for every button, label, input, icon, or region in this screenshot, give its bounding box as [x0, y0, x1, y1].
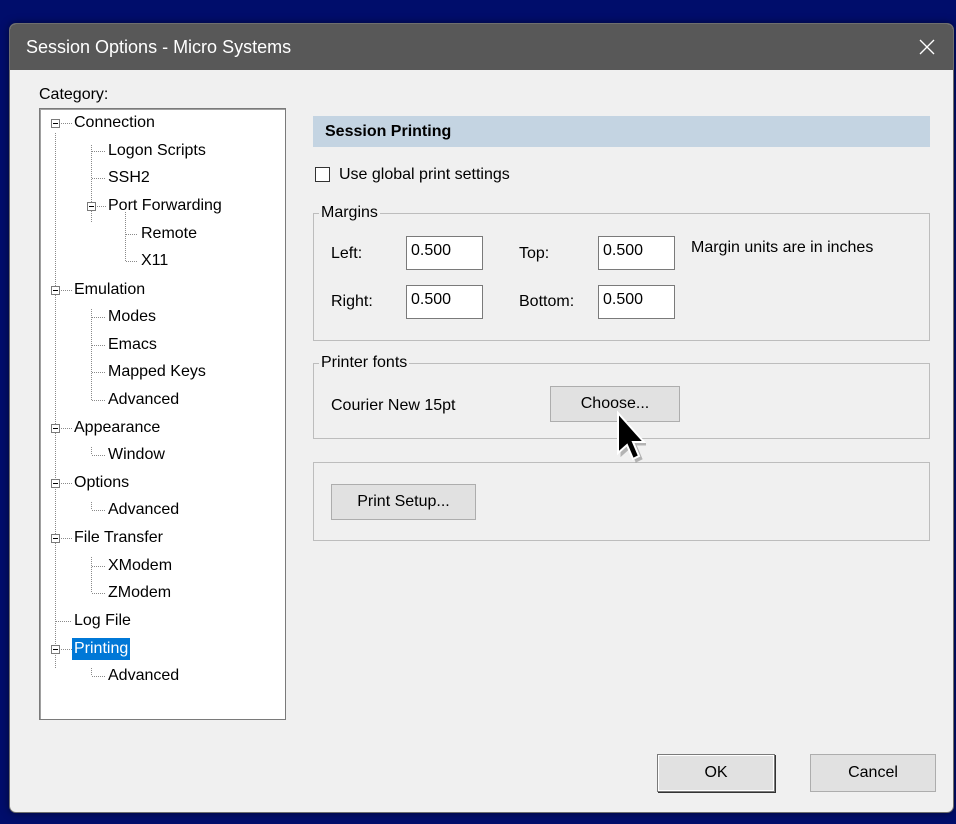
tree-item-x11[interactable]: X11 [139, 250, 170, 272]
left-margin-input[interactable]: 0.500 [406, 236, 483, 270]
category-label: Category: [39, 86, 109, 103]
margin-units-note: Margin units are in inches [691, 239, 874, 256]
collapse-printing-icon[interactable] [51, 645, 60, 654]
tree-item-printing-advanced[interactable]: Advanced [106, 665, 181, 687]
title-bar[interactable]: Session Options - Micro Systems [10, 24, 953, 70]
tree-item-window[interactable]: Window [106, 444, 167, 466]
tree-item-logon-scripts[interactable]: Logon Scripts [106, 140, 208, 162]
tree-item-options-advanced[interactable]: Advanced [106, 499, 181, 521]
tree-item-emacs[interactable]: Emacs [106, 334, 159, 356]
choose-font-button[interactable]: Choose... [550, 386, 680, 422]
collapse-options-icon[interactable] [51, 479, 60, 488]
tree-item-log-file[interactable]: Log File [72, 610, 133, 632]
bottom-margin-label: Bottom: [519, 293, 575, 310]
window-title: Session Options - Micro Systems [26, 37, 292, 57]
collapse-appearance-icon[interactable] [51, 424, 60, 433]
tree-item-file-transfer[interactable]: File Transfer [72, 527, 165, 549]
tree-item-modes[interactable]: Modes [106, 306, 158, 328]
tree-item-xmodem[interactable]: XModem [106, 555, 174, 577]
tree-item-mapped-keys[interactable]: Mapped Keys [106, 361, 208, 383]
collapse-connection-icon[interactable] [51, 119, 60, 128]
tree-item-port-forwarding[interactable]: Port Forwarding [106, 195, 224, 217]
bottom-margin-input[interactable]: 0.500 [598, 285, 675, 319]
ok-button[interactable]: OK [657, 754, 775, 792]
section-header: Session Printing [313, 116, 930, 147]
session-options-dialog: Session Options - Micro Systems Category… [9, 23, 954, 813]
close-button[interactable] [911, 32, 943, 62]
tree-item-emulation-advanced[interactable]: Advanced [106, 389, 181, 411]
tree-item-connection[interactable]: Connection [72, 112, 157, 134]
tree-item-zmodem[interactable]: ZModem [106, 582, 173, 604]
collapse-emulation-icon[interactable] [51, 286, 60, 295]
tree-item-emulation[interactable]: Emulation [72, 279, 147, 301]
print-setup-group: Print Setup... [313, 462, 930, 541]
print-setup-button[interactable]: Print Setup... [331, 484, 476, 520]
tree-item-remote[interactable]: Remote [139, 223, 199, 245]
top-margin-input[interactable]: 0.500 [598, 236, 675, 270]
tree-item-appearance[interactable]: Appearance [72, 417, 162, 439]
cancel-button[interactable]: Cancel [810, 754, 936, 792]
category-tree[interactable]: Connection Logon Scripts SSH2 Port Forwa… [39, 108, 286, 720]
use-global-print-settings-label: Use global print settings [339, 166, 510, 183]
collapse-file-transfer-icon[interactable] [51, 534, 60, 543]
printer-fonts-group-label: Printer fonts [319, 353, 410, 373]
printer-fonts-group: Printer fonts Courier New 15pt Choose... [313, 353, 930, 439]
close-icon [919, 39, 935, 55]
top-margin-label: Top: [519, 245, 550, 262]
tree-item-printing[interactable]: Printing [72, 638, 131, 660]
right-margin-label: Right: [331, 293, 373, 310]
margins-group: Margins Left: 0.500 Top: 0.500 Margin un… [313, 203, 930, 341]
margins-group-label: Margins [319, 203, 380, 223]
tree-item-ssh2[interactable]: SSH2 [106, 167, 152, 189]
left-margin-label: Left: [331, 245, 363, 262]
tree-item-options[interactable]: Options [72, 472, 131, 494]
right-margin-input[interactable]: 0.500 [406, 285, 483, 319]
current-font-label: Courier New 15pt [331, 397, 456, 414]
collapse-port-forwarding-icon[interactable] [87, 202, 96, 211]
use-global-print-settings-checkbox[interactable] [315, 167, 330, 182]
